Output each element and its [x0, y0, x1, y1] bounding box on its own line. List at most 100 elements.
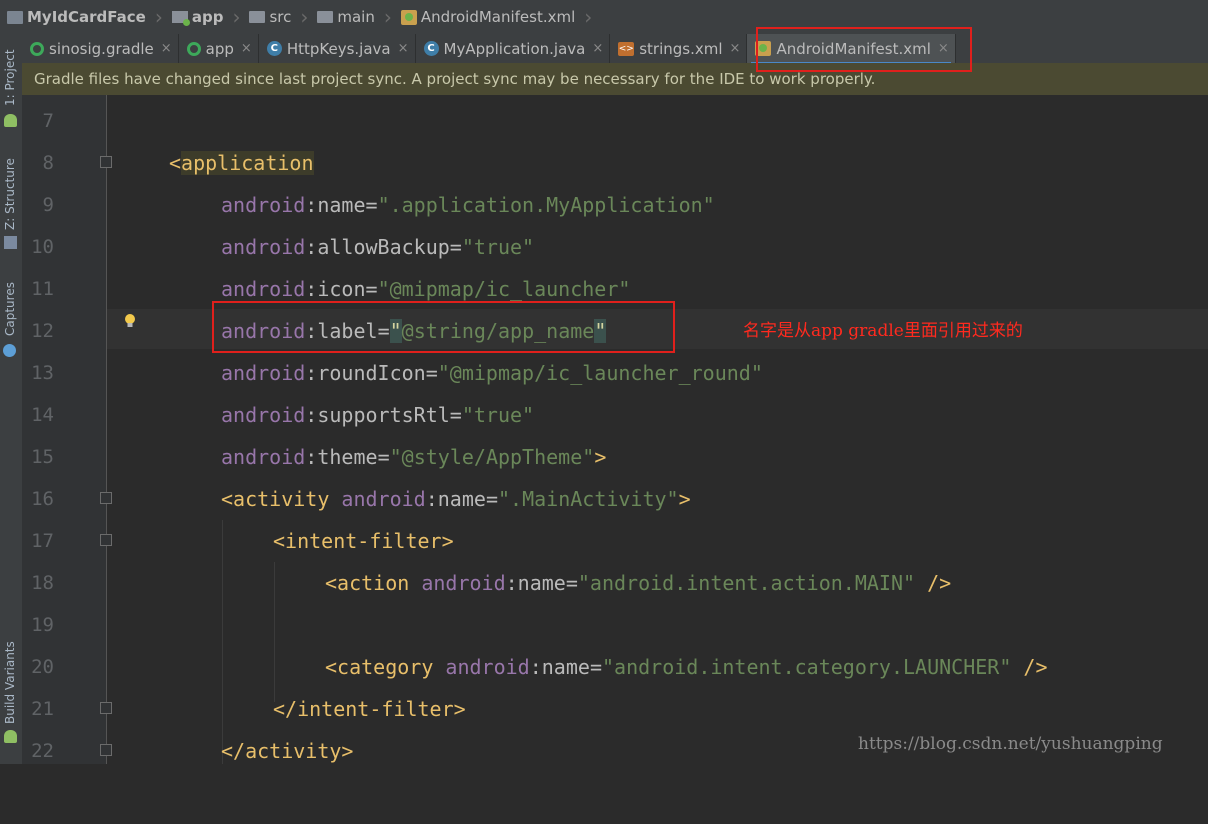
breadcrumb-separator-icon: ›	[584, 5, 593, 29]
close-icon[interactable]: ×	[161, 41, 172, 56]
code-token: <action	[325, 571, 422, 595]
tab-httpkeys-java[interactable]: C HttpKeys.java ×	[259, 34, 416, 63]
code-token: application	[181, 151, 314, 175]
fold-marker-icon[interactable]	[100, 156, 112, 168]
tab-app[interactable]: app ×	[179, 34, 259, 63]
editor-tabs: sinosig.gradle × app × C HttpKeys.java ×…	[22, 34, 1208, 65]
fold-marker-icon[interactable]	[100, 702, 112, 714]
sidebar-tab-label: Captures	[3, 282, 17, 336]
breadcrumb-separator-icon: ›	[154, 5, 163, 29]
lightbulb-icon[interactable]	[124, 313, 136, 329]
code-token: =	[377, 445, 390, 469]
tab-label: sinosig.gradle	[49, 39, 154, 58]
line-number: 20	[31, 656, 54, 678]
code-token: <activity	[221, 487, 342, 511]
code-token: <intent-filter>	[273, 529, 454, 553]
sidebar-tab-label: 1: Project	[3, 49, 17, 106]
navigation-bar: MyIdCardFace › app › src › main › Androi…	[0, 0, 1208, 35]
gradle-icon	[186, 41, 201, 56]
code-token: "@mipmap/ic_launcher"	[377, 277, 631, 301]
code-line-22: </activity>	[221, 730, 353, 772]
line-number: 11	[31, 278, 54, 300]
close-icon[interactable]: ×	[730, 41, 741, 56]
close-icon[interactable]: ×	[398, 41, 409, 56]
indent-guide	[222, 520, 223, 764]
code-token: :	[305, 403, 318, 427]
code-token: >	[594, 445, 607, 469]
close-icon[interactable]: ×	[592, 41, 603, 56]
tab-label: app	[205, 39, 234, 58]
java-class-icon: C	[423, 41, 439, 56]
code-token: android	[221, 235, 306, 259]
breadcrumb-src[interactable]: src	[242, 0, 298, 34]
tab-label: MyApplication.java	[443, 39, 586, 58]
code-token: :	[305, 277, 318, 301]
code-token: >	[678, 487, 691, 511]
line-number: 10	[31, 236, 54, 258]
code-token: />	[1011, 655, 1048, 679]
tab-strings-xml[interactable]: <> strings.xml ×	[610, 34, 748, 63]
fold-marker-icon[interactable]	[100, 744, 112, 756]
code-line-8: <application	[169, 142, 314, 184]
code-token: =	[589, 655, 602, 679]
breadcrumb-app[interactable]: app	[165, 0, 231, 34]
breadcrumb-project[interactable]: MyIdCardFace	[0, 0, 153, 34]
breadcrumb-main[interactable]: main	[310, 0, 381, 34]
line-number: 21	[31, 698, 54, 720]
breadcrumb-label: MyIdCardFace	[27, 8, 146, 26]
code-token: =	[565, 571, 578, 595]
line-number: 7	[42, 110, 54, 132]
android-icon	[4, 730, 17, 743]
code-token: icon	[317, 277, 366, 301]
code-token: name	[437, 487, 486, 511]
line-number: 17	[31, 530, 54, 552]
line-number: 19	[31, 614, 54, 636]
code-token: android	[221, 361, 306, 385]
line-number: 9	[42, 194, 54, 216]
code-token: =	[365, 277, 378, 301]
code-token: =	[449, 403, 462, 427]
code-token: =	[425, 361, 438, 385]
code-token: "true"	[461, 235, 535, 259]
tab-myapplication-java[interactable]: C MyApplication.java ×	[416, 34, 611, 63]
code-token: :	[305, 361, 318, 385]
tab-sinosig-gradle[interactable]: sinosig.gradle ×	[22, 34, 179, 63]
code-token: supportsRtl	[317, 403, 450, 427]
code-token: </activity>	[221, 739, 354, 763]
line-number: 16	[31, 488, 54, 510]
code-token: android	[221, 445, 306, 469]
code-token: android	[445, 655, 530, 679]
code-token: =	[365, 193, 378, 217]
code-token: <	[169, 151, 182, 175]
project-icon	[7, 10, 23, 24]
close-icon[interactable]: ×	[241, 41, 252, 56]
structure-icon	[4, 236, 17, 249]
sync-notification-banner: Gradle files have changed since last pro…	[22, 63, 1208, 95]
fold-marker-icon[interactable]	[100, 534, 112, 546]
code-token: theme	[317, 445, 378, 469]
code-line-13: android:roundIcon="@mipmap/ic_launcher_r…	[221, 352, 763, 394]
code-token: android	[221, 193, 306, 217]
sidebar-tab-label: Build Variants	[3, 641, 17, 724]
fold-marker-icon[interactable]	[100, 492, 112, 504]
code-token: allowBackup	[317, 235, 450, 259]
code-line-17: <intent-filter>	[273, 520, 454, 562]
line-number: 8	[42, 152, 54, 174]
breadcrumb-separator-icon: ›	[300, 5, 309, 29]
code-token: :	[425, 487, 438, 511]
folder-icon	[317, 11, 334, 23]
code-token: />	[915, 571, 952, 595]
java-class-icon: C	[266, 41, 282, 56]
code-line-14: android:supportsRtl="true"	[221, 394, 534, 436]
code-token: "android.intent.action.MAIN"	[577, 571, 916, 595]
breadcrumb-manifest[interactable]: AndroidManifest.xml	[394, 0, 582, 34]
breadcrumb-separator-icon: ›	[383, 5, 392, 29]
code-token: name	[541, 655, 590, 679]
tool-window-sidebar: 1: Project Z: Structure Captures Build V…	[0, 34, 23, 764]
code-line-15: android:theme="@style/AppTheme">	[221, 436, 606, 478]
tab-label: HttpKeys.java	[286, 39, 391, 58]
code-token: ".application.MyApplication"	[377, 193, 715, 217]
code-token: android	[341, 487, 426, 511]
folder-icon	[249, 11, 266, 23]
code-token: :	[305, 445, 318, 469]
